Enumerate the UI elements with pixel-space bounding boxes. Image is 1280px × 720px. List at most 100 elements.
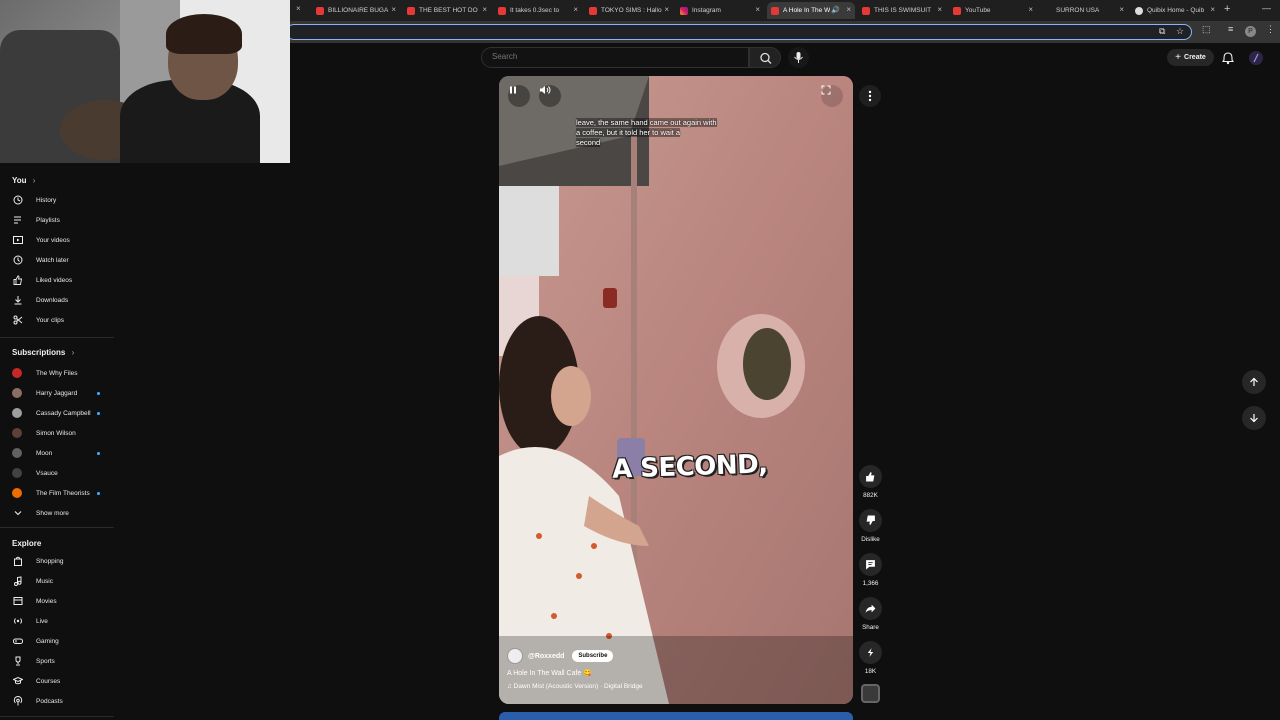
sidebar-item-playlists[interactable]: Playlists [12, 213, 112, 227]
close-icon[interactable]: × [1119, 5, 1124, 14]
speaker-icon[interactable]: 🔊 [831, 6, 840, 14]
sidebar-item-label: Movies [36, 597, 57, 605]
channel-handle[interactable]: @Roxxedd [528, 653, 564, 660]
close-icon[interactable]: × [482, 5, 487, 14]
sidebar-item-movies[interactable]: Movies [12, 594, 112, 608]
share-button[interactable] [859, 597, 882, 620]
address-bar[interactable]: ⧉ ☆ [286, 24, 1192, 40]
sidebar-item-your-clips[interactable]: Your clips [12, 313, 112, 327]
browser-tab[interactable]: THE BEST HOT DO × [403, 2, 491, 19]
close-icon[interactable]: × [937, 5, 942, 14]
tab-title: YouTube [965, 7, 991, 14]
remix-count: 18K [864, 668, 877, 675]
sidebar-item-music[interactable]: Music [12, 574, 112, 588]
channel-avatar[interactable] [507, 648, 523, 664]
remix-button[interactable] [859, 641, 882, 664]
kebab-menu-icon[interactable]: ⋮ [1266, 24, 1275, 35]
sidebar-item-courses[interactable]: Courses [12, 674, 112, 688]
browser-tab[interactable]: BILLIONAIRE BUGA × [312, 2, 400, 19]
sidebar-item-gaming[interactable]: Gaming [12, 634, 112, 648]
notifications-bell-icon[interactable] [1221, 51, 1235, 65]
media-control-icon[interactable]: ≡ [1228, 24, 1233, 34]
sound-thumbnail[interactable] [861, 684, 880, 703]
sidebar-item-label: Music [36, 577, 53, 585]
close-icon[interactable]: × [1028, 5, 1033, 14]
caption-line: leave, the same hand came out again with [576, 118, 717, 127]
close-icon[interactable]: × [846, 5, 851, 14]
next-video-preview[interactable] [499, 712, 853, 720]
next-video-button[interactable] [1242, 406, 1266, 430]
browser-tab[interactable]: SURRON USA × [1040, 2, 1128, 19]
fullscreen-button[interactable] [821, 85, 843, 107]
sidebar-item-your-videos[interactable]: Your videos [12, 233, 112, 247]
close-icon[interactable]: × [1210, 5, 1215, 14]
video-title[interactable]: A Hole In The Wall Cafe 😋 [507, 669, 592, 677]
history-icon [12, 194, 24, 206]
sidebar-channel-simon-wilson[interactable]: Simon Wilson [12, 426, 112, 440]
youtube-icon [589, 6, 597, 15]
account-avatar[interactable] [1249, 51, 1263, 65]
minimize-icon[interactable]: — [1262, 3, 1271, 13]
browser-tab[interactable]: TOKYO SIMS : Hallo × [585, 2, 673, 19]
sidebar-item-downloads[interactable]: Downloads [12, 293, 112, 307]
comments-button[interactable] [859, 553, 882, 576]
like-icon [866, 472, 875, 482]
music-link[interactable]: ♫ Dawn Mist (Acoustic Version) · Digital… [507, 683, 643, 690]
extensions-icon[interactable]: ⬚ [1202, 24, 1211, 35]
trophy-icon [12, 655, 24, 667]
sidebar-item-watch-later[interactable]: Watch later [12, 253, 112, 267]
search-input[interactable] [492, 52, 732, 61]
more-options-button[interactable] [859, 85, 881, 107]
bookmark-star-icon[interactable]: ☆ [1176, 26, 1184, 37]
shorts-video-player[interactable]: leave, the same hand came out again with… [499, 76, 853, 704]
sidebar-show-more[interactable]: Show more [12, 506, 112, 520]
subscribe-button[interactable]: Subscribe [572, 650, 614, 662]
channel-avatar [12, 408, 22, 418]
voice-search-button[interactable] [788, 47, 809, 68]
sidebar-explore-header: Explore [12, 539, 41, 548]
new-tab-icon[interactable]: + [1224, 3, 1230, 15]
sidebar-item-podcasts[interactable]: Podcasts [12, 694, 112, 708]
search-button[interactable] [749, 47, 781, 68]
watch-later-icon [12, 254, 24, 266]
dislike-button[interactable] [859, 509, 882, 532]
browser-tab[interactable]: Quibix Home - Quib × [1131, 2, 1219, 19]
close-icon[interactable]: × [391, 5, 396, 14]
sidebar-item-history[interactable]: History [12, 193, 112, 207]
close-icon[interactable]: × [755, 5, 760, 14]
browser-tab[interactable]: It takes 0.3sec to × [494, 2, 582, 19]
sidebar-item-label: Courses [36, 677, 61, 685]
close-icon[interactable]: × [573, 5, 578, 14]
sidebar-channel-vsauce[interactable]: Vsauce [12, 466, 112, 480]
profile-initial: P [1248, 28, 1253, 35]
sidebar-channel-the-why-files[interactable]: The Why Files [12, 366, 112, 380]
browser-tab[interactable]: YouTube × [949, 2, 1037, 19]
create-button[interactable]: + Create [1167, 49, 1214, 66]
close-icon[interactable]: × [296, 4, 301, 13]
plus-icon: + [1175, 52, 1182, 63]
pause-button[interactable] [508, 85, 530, 107]
install-app-icon[interactable]: ⧉ [1159, 26, 1165, 37]
browser-tab[interactable]: Instagram × [676, 2, 764, 19]
sidebar-subscriptions-header[interactable]: Subscriptions › [12, 348, 74, 357]
sidebar-you-header[interactable]: You › [12, 176, 35, 185]
channel-name: The Why Files [36, 369, 78, 377]
volume-button[interactable] [539, 85, 561, 107]
comment-count: 1,366 [862, 580, 879, 587]
new-content-dot [97, 412, 100, 415]
sidebar-item-shopping[interactable]: Shopping [12, 554, 112, 568]
previous-video-button[interactable] [1242, 370, 1266, 394]
sidebar-item-sports[interactable]: Sports [12, 654, 112, 668]
close-icon[interactable]: × [664, 5, 669, 14]
channel-name: Cassady Campbell [36, 409, 91, 417]
sidebar-item-liked-videos[interactable]: Liked videos [12, 273, 112, 287]
search-box[interactable] [481, 47, 749, 68]
channel-avatar [12, 428, 22, 438]
tab-title: THE BEST HOT DO [419, 7, 478, 14]
browser-tab[interactable]: THIS IS SWIMSUIT × [858, 2, 946, 19]
sidebar-item-label: Gaming [36, 637, 59, 645]
like-button[interactable] [859, 465, 882, 488]
browser-tab-active[interactable]: A Hole In The W 🔊 × [767, 2, 855, 19]
sidebar-item-live[interactable]: Live [12, 614, 112, 628]
browser-profile-avatar[interactable]: P [1245, 26, 1256, 37]
